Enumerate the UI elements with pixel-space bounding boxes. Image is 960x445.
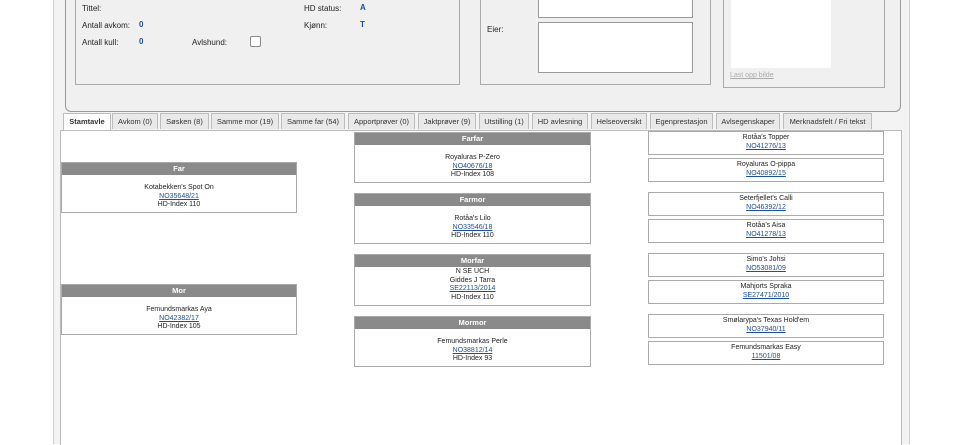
maternal-grandmother-heading: Mormor (355, 317, 590, 329)
tab-same-mother[interactable]: Samme mor (19) (211, 113, 279, 129)
tab-siblings[interactable]: Søsken (8) (160, 113, 209, 129)
great-grandparent-card: Rotåa's Topper NO41276/13 (648, 131, 884, 155)
tab-hunting-tests[interactable]: Jaktprøver (9) (418, 113, 476, 129)
maternal-grandmother-name: Femundsmarkas Perle (437, 338, 508, 345)
tab-breeding-traits[interactable]: Avlsegenskaper (716, 113, 780, 129)
paternal-grandfather-name: Royaluras P-Zero (445, 154, 500, 161)
maternal-grandmother-reg-link[interactable]: NO38812/14 (355, 347, 590, 356)
paternal-grandfather-hd-index: HD-Index 108 (450, 171, 495, 178)
owner-label: Eier: (487, 25, 504, 34)
father-name: Kotabekken's Spot On (144, 184, 214, 191)
tab-own-performance[interactable]: Egenprestasjon (650, 113, 713, 129)
tab-notes[interactable]: Merknadsfelt / Fri tekst (783, 113, 872, 129)
great-grandparent-name: Rotåa's Aisa (746, 222, 786, 229)
maternal-grandfather-name: Giddes J Tarra (449, 276, 496, 284)
great-grandparent-reg-link[interactable]: NO37940/11 (649, 326, 883, 335)
breeding-dog-checkbox[interactable] (250, 36, 261, 47)
maternal-grandfather-hd-index: HD-Index 110 (451, 293, 494, 301)
father-reg-link[interactable]: NO35648/21 (62, 193, 296, 202)
hd-status-label: HD status: (304, 4, 342, 13)
tab-bar: Stamtavle Avkom (0) Søsken (8) Samme mor… (61, 113, 899, 130)
offspring-value[interactable]: 0 (139, 20, 143, 29)
great-grandparent-reg-link[interactable]: NO53081/09 (649, 265, 883, 274)
great-grandparent-reg-link[interactable]: NO40892/15 (649, 170, 883, 179)
great-grandparent-card: Smølarypa's Texas Hold'em NO37940/11 (648, 314, 884, 338)
hd-status-value[interactable]: A (360, 3, 366, 12)
tab-offspring[interactable]: Avkom (0) (112, 113, 158, 129)
great-grandparent-name: Smølarypa's Texas Hold'em (722, 317, 810, 324)
great-grandparent-name: Simo's Johsi (746, 256, 786, 263)
top-field[interactable] (538, 0, 693, 18)
mother-hd-index: HD-Index 105 (157, 323, 201, 330)
paternal-grandfather-reg-link[interactable]: NO40676/18 (355, 163, 590, 172)
sex-value: T (360, 20, 365, 29)
great-grandparent-card: Royaluras O-pippa NO40892/15 (648, 158, 884, 182)
tab-same-father[interactable]: Samme far (54) (281, 113, 345, 129)
sex-label: Kjønn: (304, 21, 328, 30)
paternal-grandmother-reg-link[interactable]: NO33546/18 (355, 224, 590, 233)
dog-photo (731, 0, 831, 68)
paternal-grandmother-name: Rotåa's Lilo (454, 215, 491, 222)
mother-heading: Mor (62, 285, 296, 297)
great-grandparent-card: Seterfjellet's Calli NO46392/12 (648, 192, 884, 216)
great-grandparent-name: Mahjorts Spraka (740, 283, 792, 290)
paternal-grandfather-heading: Farfar (355, 133, 590, 145)
litters-label: Antall kull: (82, 38, 119, 47)
pedigree-card-paternal-grandmother: Farmor Rotåa's Lilo NO33546/18 HD-Index … (354, 193, 591, 244)
great-grandparent-reg-link[interactable]: SE27471/2010 (649, 292, 883, 301)
pedigree-card-maternal-grandfather: Morfar N SE UCH Giddes J Tarra SE22113/2… (354, 254, 591, 306)
maternal-grandfather-reg-link[interactable]: SE22113/2014 (355, 285, 590, 294)
dog-details-box (75, 0, 460, 85)
great-grandparent-card: Simo's Johsi NO53081/09 (648, 253, 884, 277)
tab-shows[interactable]: Utstilling (1) (479, 113, 529, 129)
owner-field[interactable] (538, 22, 693, 73)
maternal-grandfather-heading: Morfar (355, 255, 590, 267)
great-grandparent-name: Seterfjellet's Calli (739, 195, 793, 202)
father-heading: Far (62, 163, 296, 175)
great-grandparent-name: Rotåa's Topper (742, 134, 790, 141)
tab-hd-reading[interactable]: HD avlesning (532, 113, 588, 129)
offspring-label: Antall avkom: (82, 21, 131, 30)
tab-pedigree[interactable]: Stamtavle (63, 113, 111, 130)
pedigree-card-mother: Mor Femundsmarkas Aya NO42382/17 HD-Inde… (61, 284, 297, 335)
paternal-grandmother-heading: Farmor (355, 194, 590, 206)
litters-value[interactable]: 0 (139, 37, 143, 46)
paternal-grandmother-hd-index: HD-Index 110 (451, 232, 494, 239)
pedigree-card-maternal-grandmother: Mormor Femundsmarkas Perle NO38812/14 HD… (354, 316, 591, 367)
pedigree-card-father: Far Kotabekken's Spot On NO35648/21 HD-I… (61, 162, 297, 213)
great-grandparent-reg-link[interactable]: NO41276/13 (649, 143, 883, 152)
great-grandparent-reg-link[interactable]: NO41278/13 (649, 231, 883, 240)
father-hd-index: HD-Index 110 (157, 201, 201, 208)
title-label: Tittel: (82, 4, 102, 13)
great-grandparent-card: Rotåa's Aisa NO41278/13 (648, 219, 884, 243)
tab-health-overview[interactable]: Helseoversikt (591, 113, 647, 129)
maternal-grandmother-hd-index: HD-Index 93 (452, 355, 493, 362)
tab-retrieving-tests[interactable]: Apportprøver (0) (348, 113, 415, 129)
upload-photo-link[interactable]: Last opp bilde (730, 72, 774, 79)
great-grandparent-reg-link[interactable]: 11501/08 (649, 353, 883, 362)
breeding-dog-label: Avlshund: (192, 38, 227, 47)
pedigree-card-paternal-grandfather: Farfar Royaluras P-Zero NO40676/18 HD-In… (354, 132, 591, 183)
mother-name: Femundsmarkas Aya (146, 306, 212, 313)
mother-reg-link[interactable]: NO42382/17 (62, 315, 296, 324)
great-grandparent-name: Femundsmarkas Easy (731, 344, 801, 351)
great-grandparent-reg-link[interactable]: NO46392/12 (649, 204, 883, 213)
maternal-grandfather-title: N SE UCH (455, 268, 490, 275)
great-grandparent-card: Mahjorts Spraka SE27471/2010 (648, 280, 884, 304)
great-grandparent-name: Royaluras O-pippa (736, 161, 796, 168)
great-grandparent-card: Femundsmarkas Easy 11501/08 (648, 341, 884, 365)
